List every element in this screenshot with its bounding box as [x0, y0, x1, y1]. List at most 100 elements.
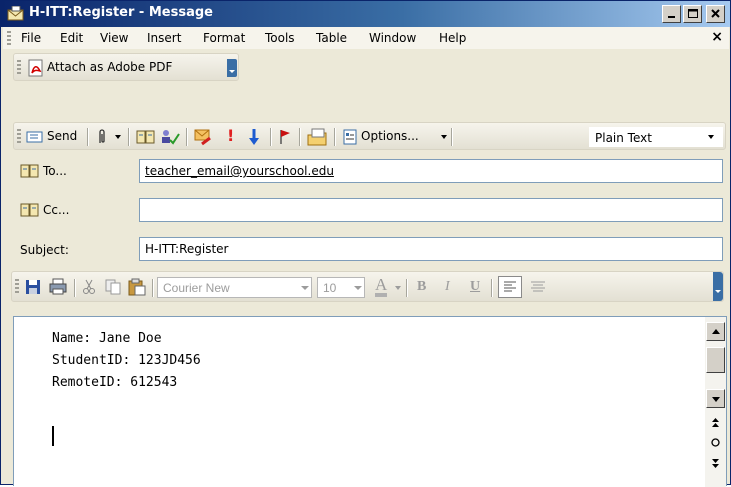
send-toolbar: Send ! Options... Plain Text [13, 122, 726, 150]
envelope-folder-icon[interactable] [306, 127, 328, 147]
menu-edit[interactable]: Edit [60, 31, 83, 45]
italic-button[interactable]: I [445, 279, 450, 295]
message-window: H-ITT:Register - Message File Edit View … [0, 0, 731, 487]
select-browse-object-icon[interactable] [710, 437, 721, 448]
next-page-icon[interactable] [710, 457, 721, 469]
message-format-select[interactable]: Plain Text [589, 127, 723, 147]
follow-up-flag-icon[interactable] [278, 128, 292, 146]
toolbar-separator [270, 128, 271, 146]
arrow-up-icon [712, 329, 720, 334]
maximize-icon [688, 9, 698, 18]
attach-dropdown-icon[interactable] [115, 135, 121, 139]
cc-field[interactable] [139, 198, 723, 222]
scroll-down-button[interactable] [706, 389, 725, 408]
pdf-toolbar: Attach as Adobe PDF [13, 53, 239, 81]
attach-file-icon[interactable] [97, 128, 107, 146]
toolbar-separator [74, 279, 75, 297]
message-format-value: Plain Text [595, 131, 652, 145]
toolbar-separator [406, 279, 407, 297]
menu-window[interactable]: Window [369, 31, 416, 45]
format-dropdown-icon[interactable] [708, 135, 714, 139]
envelope-app-icon [7, 6, 24, 21]
close-icon [711, 9, 720, 18]
menu-file[interactable]: File [21, 31, 41, 45]
bold-button[interactable]: B [417, 279, 426, 295]
chevron-down-icon [354, 286, 362, 290]
toolbar-separator [334, 128, 335, 146]
menu-format[interactable]: Format [203, 31, 245, 45]
font-name-select[interactable]: Courier New [157, 277, 312, 298]
align-left-button[interactable] [498, 276, 522, 298]
chevron-down-icon [715, 290, 721, 293]
minimize-button[interactable] [662, 5, 681, 23]
vertical-scrollbar[interactable] [705, 317, 726, 487]
address-book-icon[interactable] [136, 129, 156, 145]
window-title: H-ITT:Register - Message [29, 5, 213, 20]
chevron-down-icon [229, 70, 235, 73]
toolbar-overflow-button[interactable] [713, 272, 723, 301]
toolbar-overflow-button[interactable] [227, 59, 237, 77]
toolbar-grip[interactable] [17, 60, 21, 76]
address-book-icon [20, 203, 39, 217]
subject-label: Subject: [20, 243, 69, 257]
mail-flag-icon[interactable] [194, 128, 214, 146]
save-icon[interactable] [25, 279, 41, 295]
address-book-icon [20, 164, 39, 178]
underline-button[interactable]: U [470, 279, 480, 295]
options-button[interactable]: Options... [361, 129, 419, 143]
chevron-down-icon [301, 286, 309, 290]
close-window-button[interactable] [706, 5, 725, 23]
to-button[interactable]: To... [43, 164, 67, 178]
menu-tools[interactable]: Tools [265, 31, 295, 45]
toolbar-separator [186, 128, 187, 146]
body-line: Name: Jane Doe [52, 331, 162, 346]
toolbar-separator [299, 128, 300, 146]
previous-page-icon[interactable] [710, 417, 721, 429]
toolbar-separator [451, 128, 452, 146]
send-icon [26, 131, 43, 143]
cut-icon[interactable] [82, 279, 96, 295]
toolbar-separator [87, 128, 88, 146]
body-line: RemoteID: 612543 [52, 375, 178, 390]
toolbar-separator [152, 279, 153, 297]
importance-high-icon[interactable]: ! [227, 126, 234, 145]
menu-help[interactable]: Help [439, 31, 466, 45]
body-line: StudentID: 123JD456 [52, 353, 201, 368]
font-color-button[interactable]: A [375, 276, 388, 297]
title-bar[interactable]: H-ITT:Register - Message [1, 1, 730, 27]
font-color-dropdown-icon[interactable] [395, 286, 401, 290]
to-recipient[interactable]: teacher_email@yourschool.edu [145, 164, 334, 178]
importance-low-icon[interactable] [248, 128, 260, 146]
text-cursor [52, 426, 54, 446]
menu-grip[interactable] [7, 31, 11, 45]
check-names-icon[interactable] [160, 128, 180, 146]
close-document-icon[interactable]: × [711, 29, 723, 45]
options-dropdown-icon[interactable] [441, 135, 447, 139]
to-field[interactable]: teacher_email@yourschool.edu [139, 159, 723, 183]
menu-table[interactable]: Table [316, 31, 347, 45]
print-icon[interactable] [49, 278, 67, 295]
send-button[interactable]: Send [47, 129, 77, 143]
message-body-editor[interactable]: Name: Jane Doe StudentID: 123JD456 Remot… [13, 316, 727, 487]
font-size-value: 10 [323, 281, 337, 295]
minimize-icon [668, 16, 675, 18]
toolbar-grip[interactable] [15, 279, 19, 295]
arrow-down-icon [712, 397, 720, 402]
formatting-toolbar: Courier New 10 A B I U [11, 271, 724, 302]
font-size-select[interactable]: 10 [317, 277, 365, 298]
toolbar-separator [128, 128, 129, 146]
cc-button[interactable]: Cc... [43, 203, 69, 217]
subject-field[interactable]: H-ITT:Register [139, 237, 723, 261]
menu-insert[interactable]: Insert [147, 31, 181, 45]
paste-icon[interactable] [128, 278, 146, 296]
maximize-button[interactable] [683, 5, 702, 23]
attach-as-pdf-button[interactable]: Attach as Adobe PDF [47, 60, 172, 74]
scroll-up-button[interactable] [706, 322, 725, 341]
copy-icon[interactable] [105, 279, 121, 295]
menu-view[interactable]: View [100, 31, 128, 45]
scroll-thumb[interactable] [706, 347, 725, 373]
font-name-value: Courier New [163, 281, 230, 295]
align-center-icon[interactable] [528, 279, 548, 297]
options-icon [343, 129, 357, 145]
toolbar-grip[interactable] [17, 129, 21, 145]
